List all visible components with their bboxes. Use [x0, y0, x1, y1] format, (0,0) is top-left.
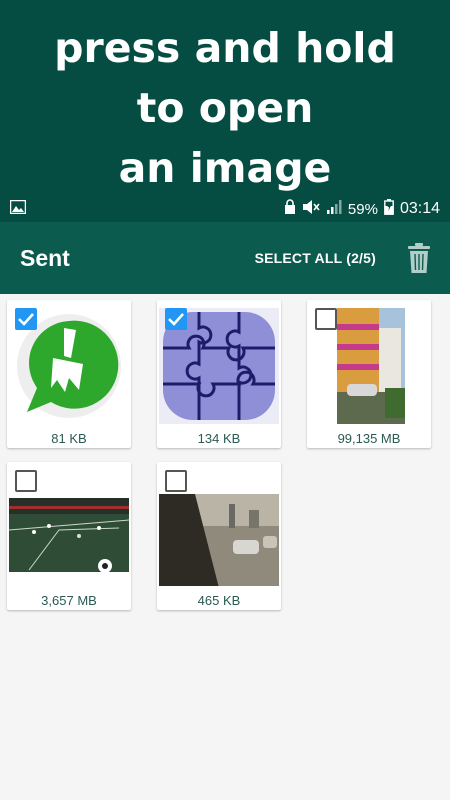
image-card[interactable]: 465 KB	[157, 462, 281, 610]
trash-icon[interactable]	[406, 241, 432, 275]
image-card[interactable]: 99,135 MB	[307, 300, 431, 448]
promo-line-3: an image	[118, 144, 332, 192]
signal-icon	[326, 199, 342, 219]
page-title: Sent	[20, 244, 70, 271]
file-size: 81 KB	[51, 431, 87, 446]
unselected-checkbox[interactable]	[315, 308, 337, 330]
selected-checkbox[interactable]	[165, 308, 187, 330]
image-card[interactable]: 134 KB	[157, 300, 281, 448]
promo-line-2: to open	[136, 84, 314, 132]
unselected-checkbox[interactable]	[165, 470, 187, 492]
promo-line-1: press and hold	[54, 24, 396, 72]
image-notification-icon	[9, 199, 27, 218]
battery-icon	[384, 199, 394, 219]
lock-icon	[284, 199, 296, 219]
battery-percent: 59%	[347, 200, 378, 218]
selected-checkbox[interactable]	[15, 308, 37, 330]
file-size: 465 KB	[197, 593, 241, 608]
select-all-button[interactable]: SELECT ALL (2/5)	[255, 250, 376, 266]
mute-icon	[302, 199, 320, 219]
file-size: 99,135 MB	[337, 431, 401, 446]
clock: 03:14	[399, 200, 440, 217]
app-bar: Sent SELECT ALL (2/5)	[0, 222, 450, 294]
unselected-checkbox[interactable]	[15, 470, 37, 492]
status-bar: 59% 03:14	[0, 196, 450, 222]
image-card[interactable]: 81 KB	[7, 300, 131, 448]
file-size: 134 KB	[197, 431, 241, 446]
file-size: 3,657 MB	[41, 593, 97, 608]
image-card[interactable]: 3,657 MB	[7, 462, 131, 610]
promo-banner: press and hold to open an image	[0, 0, 450, 196]
